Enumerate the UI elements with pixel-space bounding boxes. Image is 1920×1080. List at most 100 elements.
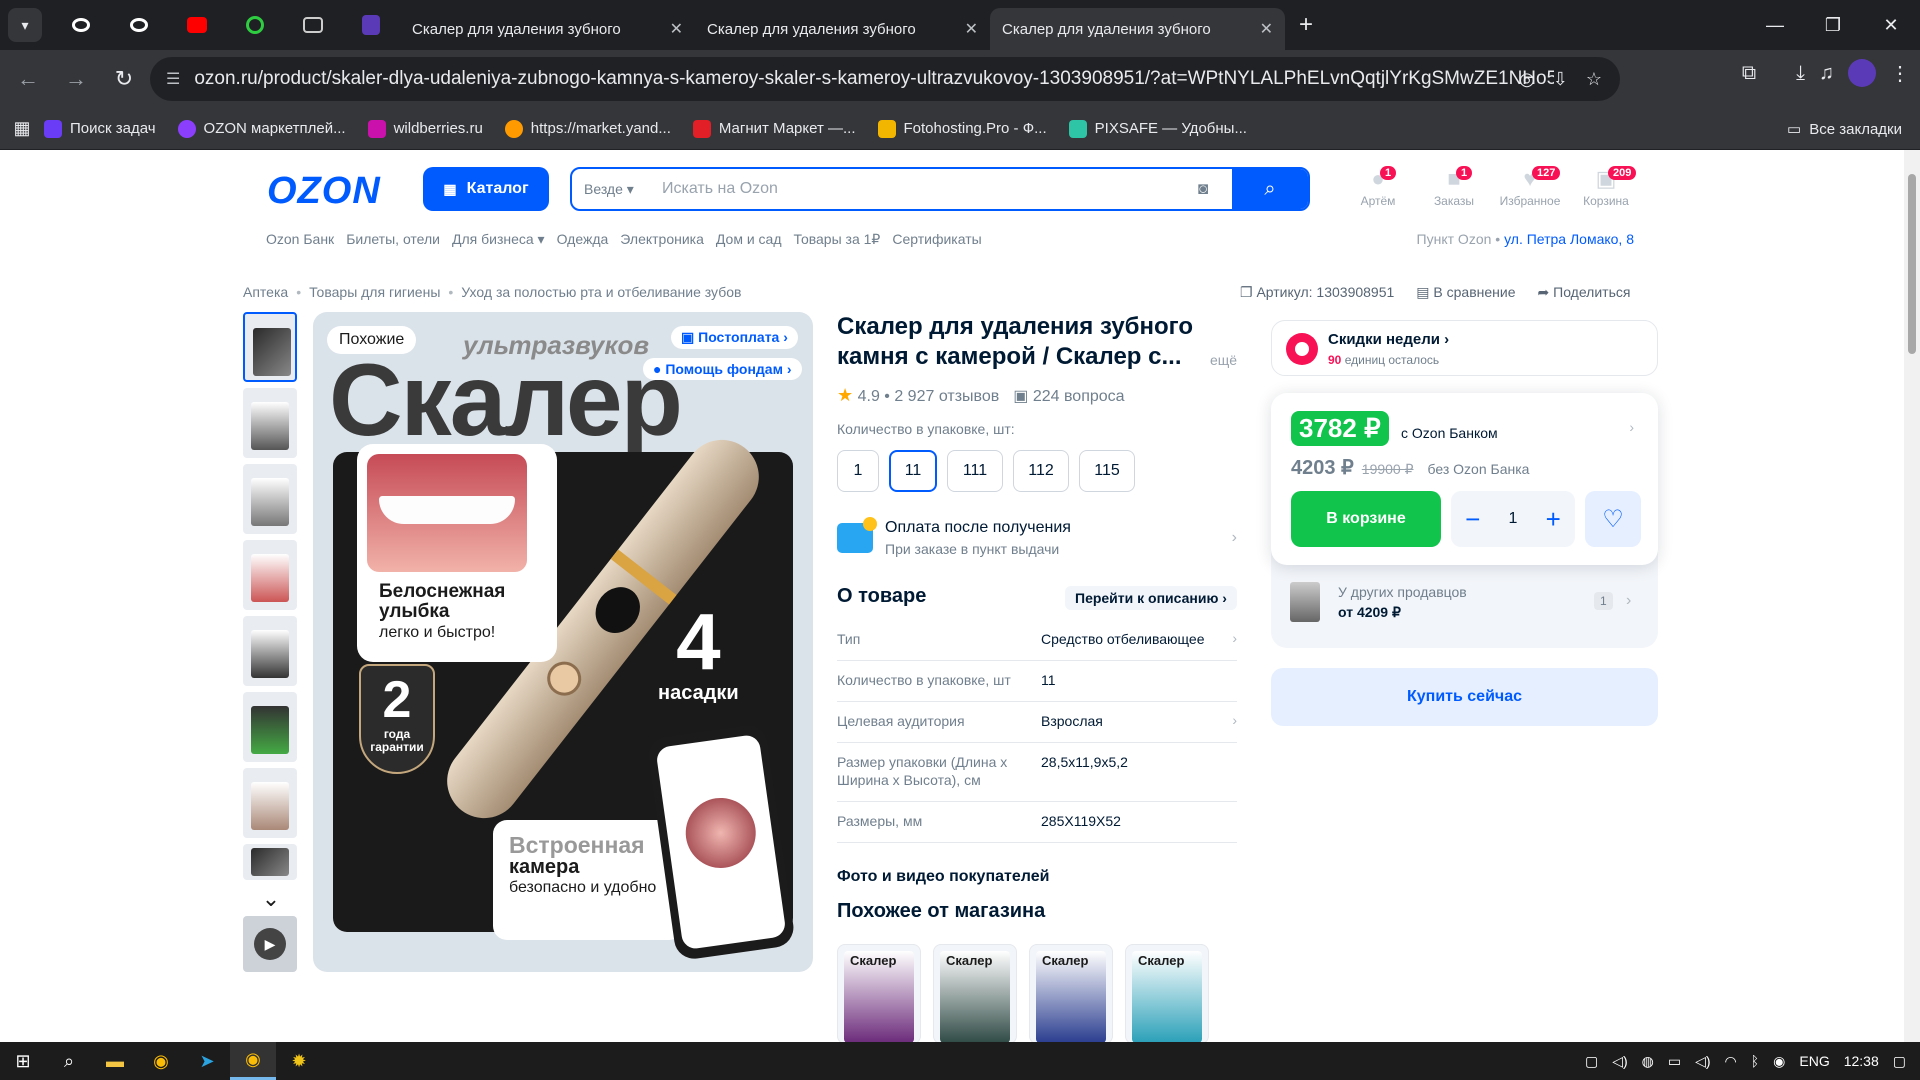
- search-input[interactable]: Искать на Ozon: [654, 180, 1198, 198]
- article-number[interactable]: ❐ Артикул: 1303908951: [1240, 284, 1394, 301]
- steam-icon[interactable]: ◍: [1642, 1053, 1654, 1070]
- browser-tab[interactable]: Скалер для удаления зубного ✕: [314, 8, 695, 118]
- qty-option[interactable]: 1: [837, 450, 879, 492]
- thumbnail[interactable]: [243, 312, 297, 382]
- subnav-item-certificates[interactable]: Сертификаты: [892, 231, 981, 248]
- address-bar[interactable]: ☰ ozon.ru/product/skaler-dlya-udaleniya-…: [150, 57, 1620, 101]
- wifi-icon[interactable]: ◠: [1725, 1053, 1737, 1070]
- downloads-icon[interactable]: ⤓: [1796, 62, 1805, 85]
- install-app-icon[interactable]: ⇩: [1553, 69, 1568, 90]
- media-control-icon[interactable]: ♫: [1819, 62, 1834, 85]
- browser-tab-active[interactable]: Скалер для удаления зубного ✕: [314, 8, 1285, 118]
- close-window-icon[interactable]: ✕: [1862, 0, 1920, 50]
- thumbnail[interactable]: [243, 844, 297, 880]
- qty-option[interactable]: 115: [1079, 450, 1135, 492]
- battery-icon[interactable]: ▭: [1668, 1053, 1681, 1070]
- compare-link[interactable]: ▤ В сравнение: [1416, 284, 1515, 301]
- postpay-chip[interactable]: ▣ Постоплата ›: [671, 326, 798, 349]
- back-arrow-icon[interactable]: ←: [8, 59, 48, 99]
- telegram-icon[interactable]: ➤: [184, 1042, 230, 1080]
- profile-link[interactable]: ● 1 Артём: [1340, 166, 1416, 208]
- favorites-link[interactable]: ♥ 127 Избранное: [1492, 166, 1568, 208]
- close-tab-icon[interactable]: ✕: [965, 19, 978, 39]
- pickup-point[interactable]: Пункт Ozon • ул. Петра Ломако, 8: [1417, 231, 1634, 247]
- file-explorer-icon[interactable]: ▬: [92, 1042, 138, 1080]
- bookmark[interactable]: Поиск задач: [44, 119, 156, 138]
- notifications-icon[interactable]: ▢: [1893, 1053, 1906, 1070]
- spec-value[interactable]: Взрослая: [1041, 712, 1237, 730]
- bookmark[interactable]: Fotohosting.Pro - Ф...: [877, 119, 1047, 138]
- subnav-item-electronics[interactable]: Электроника: [620, 231, 704, 248]
- thumbnail[interactable]: [243, 540, 297, 610]
- apps-grid-icon[interactable]: ▦: [0, 118, 44, 139]
- qty-option[interactable]: 111: [947, 450, 1003, 492]
- plus-button[interactable]: +: [1546, 504, 1561, 535]
- chrome-tray-icon[interactable]: ◉: [1773, 1053, 1785, 1070]
- bookmark[interactable]: https://market.yand...: [504, 119, 671, 138]
- subnav-item-tickets[interactable]: Билеты, отели: [346, 231, 440, 248]
- similar-product-card[interactable]: Скалер: [1125, 944, 1209, 1042]
- pinned-tab-youtube[interactable]: [168, 0, 226, 50]
- site-info-icon[interactable]: ☰: [166, 69, 180, 89]
- chevron-down-icon[interactable]: ⌄: [243, 886, 299, 916]
- title-more-link[interactable]: ещё: [1210, 352, 1237, 368]
- chrome-icon[interactable]: ◉: [138, 1042, 184, 1080]
- subnav-item-clothes[interactable]: Одежда: [557, 231, 609, 248]
- thumbnail[interactable]: [243, 616, 297, 686]
- minus-button[interactable]: −: [1465, 504, 1480, 535]
- qty-option[interactable]: 112: [1013, 450, 1069, 492]
- scrollbar-thumb[interactable]: [1908, 174, 1916, 354]
- chrome-active-icon[interactable]: ◉: [230, 1042, 276, 1080]
- breadcrumb-item[interactable]: Аптека: [243, 284, 288, 300]
- breadcrumb-item[interactable]: Товары для гигиены: [309, 284, 440, 300]
- bluetooth-icon[interactable]: ᛒ: [1751, 1053, 1759, 1069]
- minimize-icon[interactable]: —: [1746, 0, 1804, 50]
- catalog-button[interactable]: ▦ Каталог: [423, 167, 549, 211]
- all-bookmarks[interactable]: ▭ Все закладки: [1787, 108, 1902, 150]
- more-menu-icon[interactable]: ⋮: [1890, 61, 1910, 86]
- volume-icon[interactable]: ◁): [1612, 1053, 1627, 1070]
- ozon-logo[interactable]: OZON: [267, 170, 381, 213]
- buy-now-button[interactable]: Купить сейчас: [1271, 668, 1658, 726]
- reviews-link[interactable]: ★ 4.9 • 2 927 отзывов: [837, 385, 999, 406]
- orders-link[interactable]: ■ 1 Заказы: [1416, 166, 1492, 208]
- similar-product-card[interactable]: Скалер: [1029, 944, 1113, 1042]
- bookmark[interactable]: Магнит Маркет —...: [692, 119, 856, 138]
- thumbnail[interactable]: [243, 388, 297, 458]
- spec-value[interactable]: Средство отбеливающее: [1041, 630, 1237, 648]
- thumbnail[interactable]: [243, 692, 297, 762]
- chevron-right-icon[interactable]: ›: [1629, 419, 1634, 435]
- subnav-item-business[interactable]: Для бизнеса ▾: [452, 231, 545, 248]
- bookmark-star-icon[interactable]: ☆: [1586, 69, 1602, 90]
- qty-option-selected[interactable]: 11: [889, 450, 937, 492]
- search-scope-dropdown[interactable]: Везде ▾: [572, 181, 654, 198]
- eye-off-icon[interactable]: ◎: [1519, 69, 1535, 90]
- similar-product-card[interactable]: Скалер: [837, 944, 921, 1042]
- tab-search-button[interactable]: ▾: [8, 8, 42, 42]
- share-link[interactable]: ➦ Поделиться: [1538, 284, 1631, 301]
- search-icon[interactable]: ⌕: [46, 1042, 92, 1080]
- subnav-item-bank[interactable]: Ozon Банк: [266, 231, 334, 248]
- pinned-tab[interactable]: [110, 0, 168, 50]
- postpay-row[interactable]: Оплата после получения При заказе в пунк…: [837, 515, 1237, 567]
- breadcrumb-item[interactable]: Уход за полостью рта и отбеливание зубов: [461, 284, 741, 300]
- weekly-discounts-banner[interactable]: Скидки недели › 90 единиц осталось: [1271, 320, 1658, 376]
- cart-link[interactable]: ▣ 209 Корзина: [1568, 166, 1644, 208]
- screen-icon[interactable]: ▢: [1585, 1053, 1598, 1070]
- pinned-tab[interactable]: [342, 0, 400, 50]
- charity-chip[interactable]: ● Помощь фондам ›: [643, 358, 802, 380]
- in-cart-button[interactable]: В корзине: [1291, 491, 1441, 547]
- bookmark[interactable]: OZON маркетплей...: [177, 119, 346, 138]
- extensions-icon[interactable]: ⧉: [1742, 62, 1756, 85]
- reload-icon[interactable]: ↻: [104, 59, 144, 99]
- close-tab-icon[interactable]: ✕: [670, 19, 683, 39]
- thumbnail[interactable]: [243, 464, 297, 534]
- camera-search-icon[interactable]: ◙: [1198, 179, 1232, 199]
- bookmark[interactable]: wildberries.ru: [367, 119, 483, 138]
- pinned-tab[interactable]: [226, 0, 284, 50]
- windows-start-icon[interactable]: ⊞: [0, 1042, 46, 1080]
- restore-icon[interactable]: ❐: [1804, 0, 1862, 50]
- close-tab-icon[interactable]: ✕: [1260, 19, 1273, 39]
- language-indicator[interactable]: ENG: [1799, 1053, 1829, 1069]
- app-icon[interactable]: ✹: [276, 1042, 322, 1080]
